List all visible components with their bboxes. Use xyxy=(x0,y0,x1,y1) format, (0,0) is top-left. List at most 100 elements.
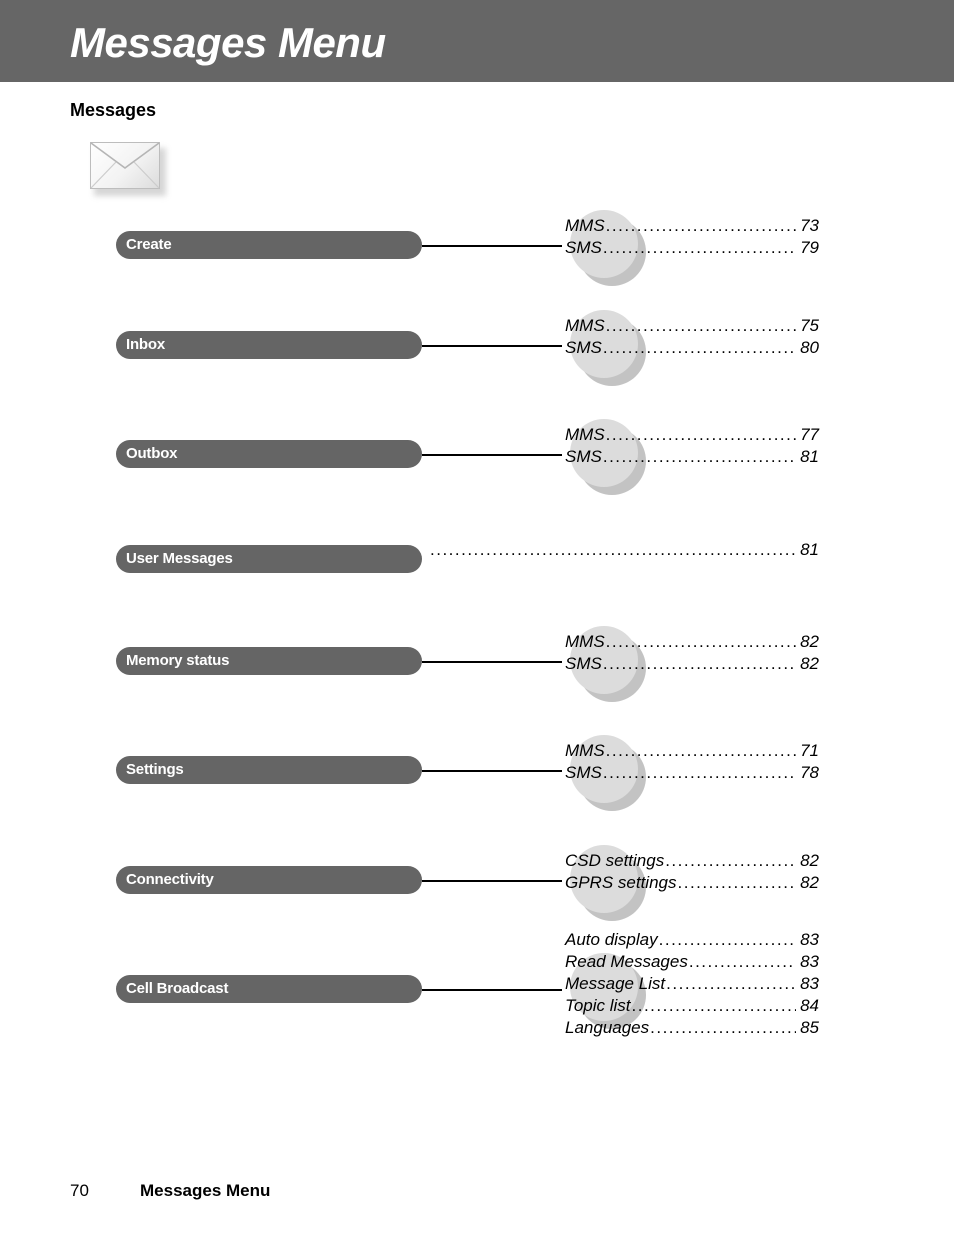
toc-entry-page: 82 xyxy=(800,654,819,673)
toc-entry-label: Languages xyxy=(565,1018,650,1037)
menu-item-label: User Messages xyxy=(126,550,233,567)
menu-item-memory-status[interactable]: Memory status xyxy=(116,647,422,675)
menu-item-create[interactable]: Create xyxy=(116,231,422,259)
footer-title: Messages Menu xyxy=(140,1181,271,1200)
toc-entry-page: 75 xyxy=(800,316,819,335)
toc-entry-label: SMS xyxy=(565,763,602,782)
toc-entry[interactable]: MMS.....................................… xyxy=(565,424,819,446)
toc-dot-leader: ........................................… xyxy=(658,930,796,949)
toc-entry-label: GPRS settings xyxy=(565,873,677,892)
page-header-band: Messages Menu xyxy=(0,0,954,82)
toc-entry-page: 71 xyxy=(800,741,819,760)
toc-entry-page: 81 xyxy=(800,540,819,559)
connector-line xyxy=(422,454,562,456)
toc-group: MMS.....................................… xyxy=(565,740,819,784)
connector-line xyxy=(422,661,562,663)
toc-entry[interactable]: Languages...............................… xyxy=(565,1017,819,1039)
toc-group: CSD settings............................… xyxy=(565,850,819,894)
toc-dot-leader: ........................................… xyxy=(430,540,796,559)
toc-dot-leader: ........................................… xyxy=(602,338,796,357)
menu-item-label: Inbox xyxy=(126,336,165,353)
connector-line xyxy=(422,345,562,347)
envelope-icon xyxy=(86,140,170,198)
toc-dot-leader: ........................................… xyxy=(602,238,796,257)
toc-dot-leader: ........................................… xyxy=(602,763,796,782)
toc-entry[interactable]: Auto display............................… xyxy=(565,929,819,951)
toc-entry[interactable]: MMS.....................................… xyxy=(565,215,819,237)
toc-dot-leader: ........................................… xyxy=(605,216,796,235)
toc-entry[interactable]: SMS.....................................… xyxy=(565,237,819,259)
menu-item-connectivity[interactable]: Connectivity xyxy=(116,866,422,894)
toc-entry-page: 81 xyxy=(800,447,819,466)
toc-entry[interactable]: CSD settings............................… xyxy=(565,850,819,872)
toc-entry-page: 78 xyxy=(800,763,819,782)
toc-entry[interactable]: Topic list..............................… xyxy=(565,995,819,1017)
toc-dot-leader: ........................................… xyxy=(666,974,796,993)
footer-page-number: 70 xyxy=(70,1181,89,1200)
menu-item-cell-broadcast[interactable]: Cell Broadcast xyxy=(116,975,422,1003)
toc-entry-page: 82 xyxy=(800,632,819,651)
toc-entry[interactable]: SMS.....................................… xyxy=(565,337,819,359)
toc-entry[interactable]: SMS.....................................… xyxy=(565,446,819,468)
menu-item-settings[interactable]: Settings xyxy=(116,756,422,784)
toc-entry[interactable]: MMS.....................................… xyxy=(565,740,819,762)
toc-group: Auto display............................… xyxy=(565,929,819,1039)
toc-entry-page: 82 xyxy=(800,851,819,870)
toc-entry-page: 73 xyxy=(800,216,819,235)
toc-entry-page: 80 xyxy=(800,338,819,357)
section-title: Messages xyxy=(70,100,157,120)
toc-entry-label: Message List xyxy=(565,974,666,993)
toc-entry-page: 83 xyxy=(800,952,819,971)
menu-item-user-messages[interactable]: User Messages xyxy=(116,545,422,573)
page-title: Messages Menu xyxy=(70,19,386,66)
toc-entry-label: MMS xyxy=(565,425,605,444)
toc-entry-page: 84 xyxy=(800,996,819,1015)
menu-item-inbox[interactable]: Inbox xyxy=(116,331,422,359)
toc-entry-label: MMS xyxy=(565,316,605,335)
toc-dot-leader: ........................................… xyxy=(605,316,796,335)
toc-entry[interactable]: Message List............................… xyxy=(565,973,819,995)
toc-entry-label: Read Messages xyxy=(565,952,688,971)
toc-dot-leader: ........................................… xyxy=(605,632,796,651)
toc-entry-page: 77 xyxy=(800,425,819,444)
menu-item-label: Cell Broadcast xyxy=(126,980,229,997)
toc-dot-leader: ........................................… xyxy=(631,996,796,1015)
toc-entry[interactable]: GPRS settings...........................… xyxy=(565,872,819,894)
toc-entry-label: CSD settings xyxy=(565,851,665,870)
toc-entry-label: SMS xyxy=(565,238,602,257)
toc-entry[interactable]: SMS.....................................… xyxy=(565,762,819,784)
toc-entry-page: 82 xyxy=(800,873,819,892)
toc-entry-label: Topic list xyxy=(565,996,631,1015)
toc-entry-page: 83 xyxy=(800,974,819,993)
menu-item-label: Outbox xyxy=(126,445,178,462)
toc-entry[interactable]: SMS.....................................… xyxy=(565,653,819,675)
toc-dot-leader: ........................................… xyxy=(665,851,796,870)
toc-group: ........................................… xyxy=(429,539,819,561)
menu-item-outbox[interactable]: Outbox xyxy=(116,440,422,468)
menu-item-label: Settings xyxy=(126,761,184,778)
menu-item-label: Connectivity xyxy=(126,871,214,888)
toc-dot-leader: ........................................… xyxy=(602,654,796,673)
toc-entry[interactable]: Read Messages...........................… xyxy=(565,951,819,973)
toc-entry[interactable]: MMS.....................................… xyxy=(565,315,819,337)
toc-dot-leader: ........................................… xyxy=(602,447,796,466)
toc-entry-label: Auto display xyxy=(565,930,658,949)
toc-dot-leader: ........................................… xyxy=(605,741,796,760)
toc-group: MMS.....................................… xyxy=(565,631,819,675)
toc-group: MMS.....................................… xyxy=(565,215,819,259)
toc-entry-label: SMS xyxy=(565,338,602,357)
toc-entry-label: SMS xyxy=(565,654,602,673)
toc-entry-label: MMS xyxy=(565,216,605,235)
toc-entry[interactable]: MMS.....................................… xyxy=(565,631,819,653)
toc-group: MMS.....................................… xyxy=(565,315,819,359)
connector-line xyxy=(422,989,562,991)
toc-entry-page: 79 xyxy=(800,238,819,257)
toc-entry-label: MMS xyxy=(565,632,605,651)
toc-dot-leader: ........................................… xyxy=(605,425,796,444)
toc-dot-leader: ........................................… xyxy=(688,952,796,971)
toc-dot-leader: ........................................… xyxy=(677,873,797,892)
toc-entry[interactable]: ........................................… xyxy=(429,539,819,561)
toc-entry-page: 83 xyxy=(800,930,819,949)
menu-item-label: Memory status xyxy=(126,652,230,669)
toc-entry-label: SMS xyxy=(565,447,602,466)
